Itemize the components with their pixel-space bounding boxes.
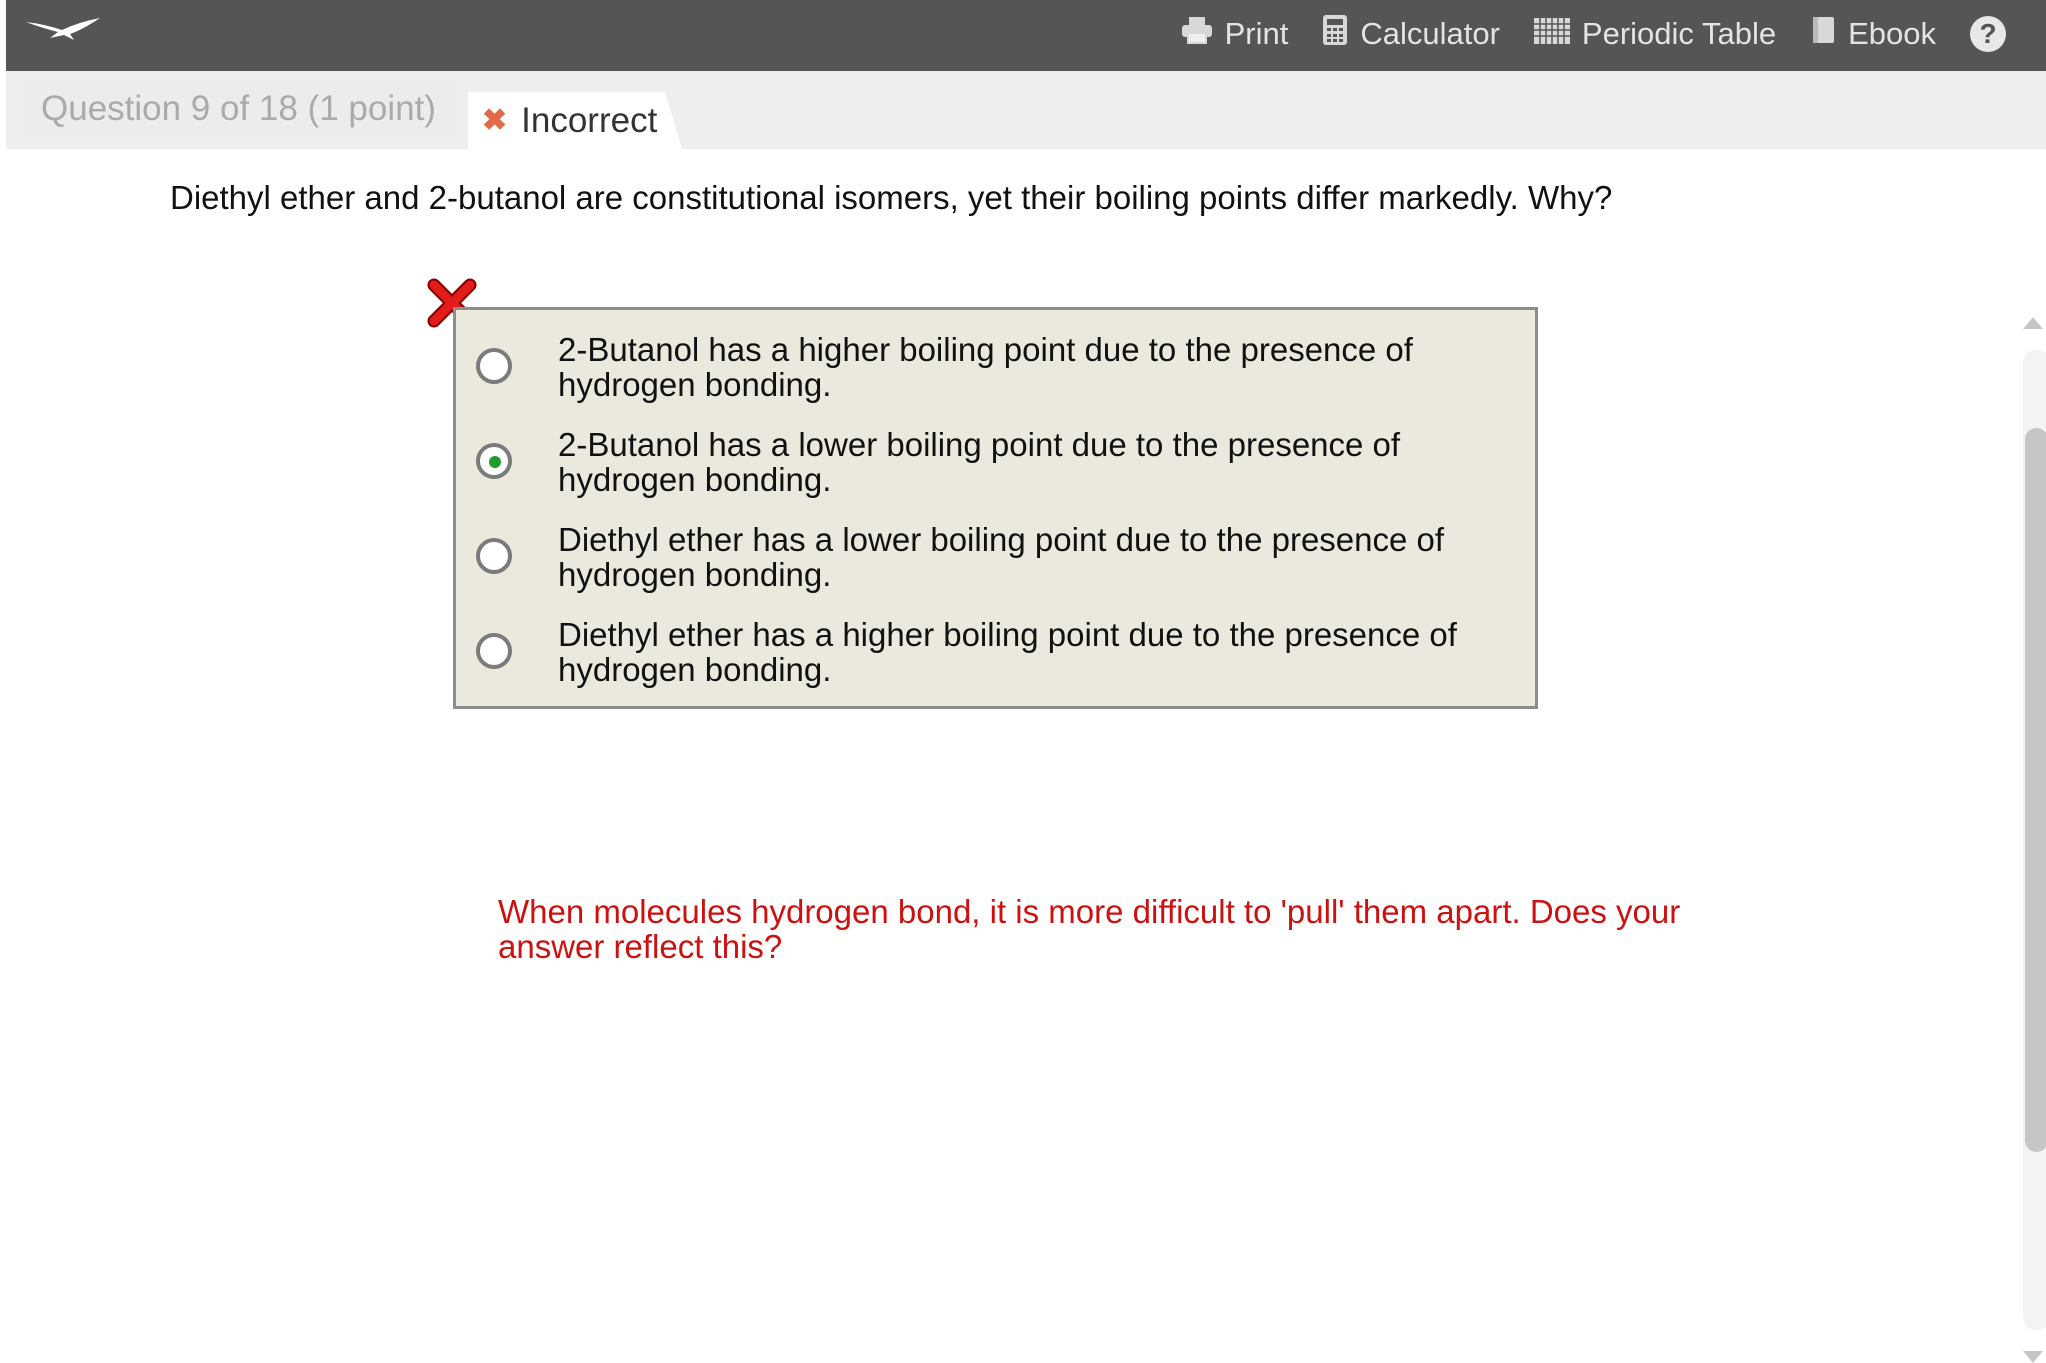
print-button[interactable]: Print [1181, 16, 1289, 52]
help-button[interactable]: ? [1970, 16, 2006, 52]
answer-text: 2-Butanol has a higher boiling point due… [558, 331, 1413, 403]
tab-strip: Question 9 of 18 (1 point) ✖ Incorrect [6, 71, 2046, 149]
question-tab: Question 9 of 18 (1 point) [21, 79, 456, 143]
question-text: Diethyl ether and 2-butanol are constitu… [170, 179, 1613, 216]
periodic-table-label: Periodic Table [1581, 16, 1777, 51]
x-icon: ✖ [482, 104, 508, 137]
periodic-table-icon [1533, 16, 1570, 52]
periodic-table-button[interactable]: Periodic Table [1533, 16, 1777, 52]
answer-text: 2-Butanol has a lower boiling point due … [558, 426, 1401, 498]
toolbar-tools: Print Calculator Periodic Table Ebook ? [1147, 0, 2006, 68]
calculator-button[interactable]: Calculator [1322, 14, 1500, 54]
feedback-message: When molecules hydrogen bond, it is more… [498, 893, 1681, 965]
radio-dot [489, 456, 501, 468]
scrollbar-thumb[interactable] [2025, 428, 2046, 1152]
answer-choice-1[interactable]: 2-Butanol has a higher boiling point due… [456, 325, 1536, 411]
calculator-icon [1322, 14, 1348, 54]
calculator-label: Calculator [1360, 16, 1500, 51]
answer-text: Diethyl ether has a higher boiling point… [558, 616, 1457, 688]
bird-logo-icon[interactable] [24, 14, 104, 44]
top-toolbar: Print Calculator Periodic Table Ebook ? [6, 0, 2046, 71]
ebook-label: Ebook [1848, 16, 1936, 51]
ebook-button[interactable]: Ebook [1810, 15, 1936, 53]
print-label: Print [1224, 16, 1289, 51]
answer-choices: 2-Butanol has a higher boiling point due… [453, 307, 1538, 709]
answer-choice-2[interactable]: 2-Butanol has a lower boiling point due … [456, 420, 1536, 506]
scroll-down-arrow[interactable] [2023, 1351, 2043, 1363]
answer-text: Diethyl ether has a lower boiling point … [558, 521, 1445, 593]
radio-button[interactable] [476, 348, 512, 384]
incorrect-label: Incorrect [521, 100, 658, 140]
radio-button[interactable] [476, 538, 512, 574]
question-panel: Diethyl ether and 2-butanol are constitu… [20, 149, 2046, 1363]
help-icon: ? [1979, 18, 1997, 49]
incorrect-tab[interactable]: ✖ Incorrect [468, 92, 682, 149]
printer-icon [1181, 16, 1213, 52]
question-counter: Question 9 of 18 (1 point) [41, 89, 436, 128]
radio-button[interactable] [476, 443, 512, 479]
book-icon [1810, 15, 1836, 53]
radio-button[interactable] [476, 633, 512, 669]
answer-choice-3[interactable]: Diethyl ether has a lower boiling point … [456, 515, 1536, 601]
answer-choice-4[interactable]: Diethyl ether has a higher boiling point… [456, 610, 1536, 696]
scroll-up-arrow[interactable] [2023, 317, 2043, 329]
